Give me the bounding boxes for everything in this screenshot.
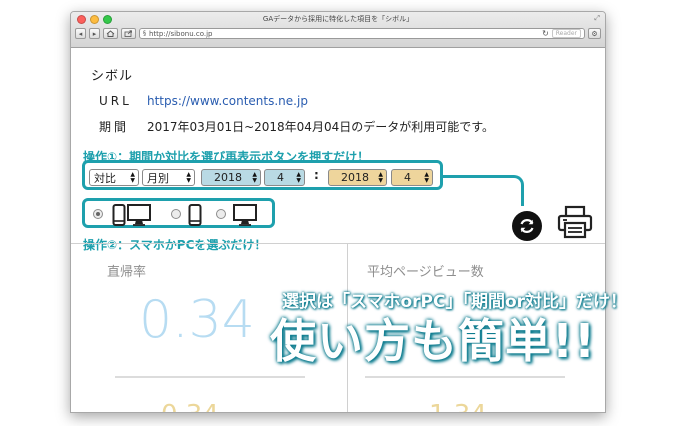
reload-icon[interactable]: ↻: [542, 29, 549, 38]
desktop-icon: [127, 204, 151, 226]
address-bar[interactable]: § http://sibonu.co.jp ↻ Reader: [139, 28, 585, 39]
step2-label: 操作②：スマホかPCを選ぶだけ！: [83, 238, 267, 252]
unit-select[interactable]: 月別 ▲ ▼: [142, 169, 195, 186]
start-year-value: 2018: [214, 171, 242, 184]
home-icon: [106, 30, 115, 37]
print-icon: [557, 205, 593, 239]
select-arrows-icon: ▲ ▼: [296, 171, 301, 184]
period-label: 期間: [99, 120, 130, 134]
end-year-select[interactable]: 2018 ▲ ▼: [328, 169, 387, 186]
gear-icon: ⚙: [591, 29, 598, 38]
page-content: シボル URL https://www.contents.ne.jp 期間 20…: [71, 48, 605, 412]
mode-select[interactable]: 対比 ▲ ▼: [89, 169, 139, 186]
select-arrows-icon: ▲ ▼: [424, 171, 429, 184]
refresh-button[interactable]: [512, 211, 542, 241]
avg-pageviews-label: 平均ページビュー数: [367, 265, 484, 280]
smartphone-only-radio[interactable]: [171, 209, 181, 219]
browser-window: GAデータから採用に特化した項目を「シボル」 ⤢ ◂ ▸ § http://si…: [70, 11, 606, 413]
start-month-value: 4: [277, 171, 284, 184]
address-url: http://sibonu.co.jp: [149, 29, 213, 38]
bounce-rate-value: 0.34: [139, 290, 255, 350]
metric-underline: [365, 376, 565, 378]
device-selector: [82, 198, 275, 228]
metrics-column-divider: [347, 243, 348, 412]
fullscreen-icon[interactable]: ⤢: [594, 14, 600, 23]
bounce-rate-label: 直帰率: [107, 265, 147, 280]
browser-toolbar: ◂ ▸ § http://sibonu.co.jp ↻ Reader ⚙: [75, 25, 601, 42]
home-button[interactable]: [103, 28, 118, 39]
select-arrows-icon: ▲ ▼: [186, 171, 191, 184]
forward-button[interactable]: ▸: [89, 28, 100, 39]
url-row: URL https://www.contents.ne.jp: [99, 94, 308, 108]
period-controls: 対比 ▲ ▼ 月別 ▲ ▼ 2018 ▲ ▼ 4 ▲ ▼ : 2018 ▲ ▼ 4: [82, 160, 443, 190]
window-title: GAデータから採用に特化した項目を「シボル」: [262, 15, 414, 23]
reader-button[interactable]: Reader: [551, 29, 581, 38]
site-url-link[interactable]: https://www.contents.ne.jp: [147, 94, 308, 108]
select-arrows-icon: ▲ ▼: [130, 171, 135, 184]
end-year-value: 2018: [341, 171, 369, 184]
url-label: URL: [99, 94, 132, 108]
start-year-select[interactable]: 2018 ▲ ▼: [201, 169, 261, 186]
share-icon: [124, 30, 132, 37]
select-arrows-icon: ▲ ▼: [378, 171, 383, 184]
back-icon: ◂: [78, 29, 83, 38]
metric-underline: [115, 376, 305, 378]
smartphone-icon: [188, 204, 202, 226]
end-month-select[interactable]: 4 ▲ ▼: [391, 169, 433, 186]
mode-select-value: 対比: [94, 171, 116, 185]
refresh-icon: [520, 219, 534, 233]
range-separator: :: [314, 168, 319, 182]
print-button[interactable]: [557, 204, 593, 244]
back-button[interactable]: ◂: [75, 28, 86, 39]
extensions-button[interactable]: ⚙: [588, 28, 601, 39]
smartphone-icon: [112, 204, 126, 226]
avg-pageviews-compare: 1.34: [429, 400, 487, 412]
connector-line: [441, 175, 524, 206]
period-value: 2017年03月01日~2018年04月04日のデータが利用可能です。: [147, 120, 495, 134]
metrics-divider: [71, 243, 605, 244]
smartphone-radio[interactable]: [93, 209, 103, 219]
desktop-icon: [233, 204, 257, 226]
forward-icon: ▸: [92, 29, 97, 38]
start-month-select[interactable]: 4 ▲ ▼: [264, 169, 305, 186]
period-row: 期間 2017年03月01日~2018年04月04日のデータが利用可能です。: [99, 118, 494, 135]
lock-icon: §: [143, 30, 146, 37]
end-month-value: 4: [404, 171, 411, 184]
brand-name: シボル: [91, 69, 134, 84]
select-arrows-icon: ▲ ▼: [252, 171, 257, 184]
desktop-only-radio[interactable]: [216, 209, 226, 219]
title-bar: GAデータから採用に特化した項目を「シボル」 ⤢ ◂ ▸ § http://si…: [71, 12, 605, 48]
share-button[interactable]: [121, 28, 136, 39]
unit-select-value: 月別: [147, 171, 169, 185]
bounce-rate-compare: 0.34: [161, 400, 219, 412]
